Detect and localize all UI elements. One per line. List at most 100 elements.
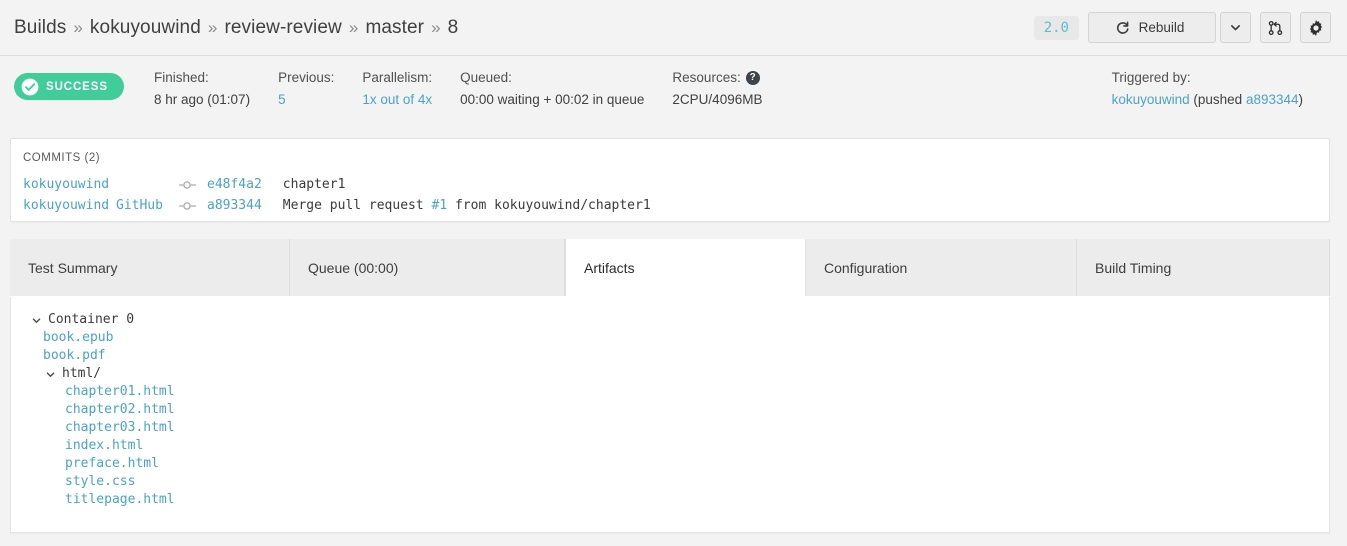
tree-file-label[interactable]: book.pdf xyxy=(43,347,106,365)
chevron-down-icon[interactable] xyxy=(29,315,43,326)
rebuild-label: Rebuild xyxy=(1138,20,1185,35)
build-meta-field: Queued: 00:00 waiting + 00:02 in queue xyxy=(460,70,644,107)
tab-configuration[interactable]: Configuration xyxy=(806,239,1077,296)
tree-dir-node[interactable]: html/ xyxy=(11,365,1329,383)
rebuild-dropdown-button[interactable] xyxy=(1220,12,1251,43)
build-meta-field: Resources:? 2CPU/4096MB xyxy=(672,70,762,107)
commit-author[interactable]: kokuyouwind xyxy=(23,174,116,195)
build-meta-value: 8 hr ago (01:07) xyxy=(154,92,251,107)
artifacts-panel: Container 0 book.epub book.pdf html/chapter… xyxy=(10,297,1330,533)
tree-file-label[interactable]: chapter02.html xyxy=(65,401,175,419)
commit-row: kokuyouwind GitHub a893344 Merge pull reque… xyxy=(11,195,1329,216)
build-meta-label: Finished: xyxy=(154,70,209,85)
tab-artifacts[interactable]: Artifacts xyxy=(565,239,806,296)
pull-request-button[interactable] xyxy=(1260,12,1291,43)
rebuild-button[interactable]: Rebuild xyxy=(1088,12,1216,43)
tree-file-label[interactable]: chapter01.html xyxy=(65,383,175,401)
commit-sha[interactable]: e48f4a2 xyxy=(207,174,262,195)
page-header: Builds » kokuyouwind » review-review » master »… xyxy=(0,0,1347,56)
status-badge-label: SUCCESS xyxy=(46,80,108,93)
breadcrumb-item[interactable]: 8 xyxy=(448,17,459,39)
gear-icon xyxy=(1308,19,1324,36)
tree-file-label[interactable]: book.epub xyxy=(43,329,113,347)
git-pull-request-icon xyxy=(1268,20,1283,36)
build-meta-value: 00:00 waiting + 00:02 in queue xyxy=(460,92,645,107)
tree-file-node[interactable]: book.epub xyxy=(11,329,1329,347)
tree-file-node[interactable]: style.css xyxy=(11,473,1329,491)
chevron-down-icon[interactable] xyxy=(43,369,57,380)
check-circle-icon xyxy=(21,78,39,96)
header-actions: 2.0 Rebuild xyxy=(1033,12,1331,43)
commit-node-icon xyxy=(179,179,207,191)
breadcrumb: Builds » kokuyouwind » review-review » master »… xyxy=(14,17,458,39)
tab-label: Test Summary xyxy=(28,259,118,276)
commit-subject: Merge pull request #1 from kokuyouwind/c… xyxy=(282,198,651,213)
build-meta-value[interactable]: 5 xyxy=(278,92,334,107)
commit-pr-link[interactable]: #1 xyxy=(432,198,448,213)
build-meta-value[interactable]: 1x out of 4x xyxy=(362,92,432,107)
build-meta-label: Resources:? xyxy=(672,70,762,85)
build-meta-field: Previous: 5 xyxy=(278,70,334,107)
tab-label: Artifacts xyxy=(584,259,635,276)
tree-file-label[interactable]: index.html xyxy=(65,437,143,455)
tree-file-node[interactable]: chapter03.html xyxy=(11,419,1329,437)
tree-file-label[interactable]: preface.html xyxy=(65,455,159,473)
breadcrumb-item[interactable]: Builds xyxy=(14,17,66,39)
triggered-by: Triggered by: kokuyouwind (pushed a89334… xyxy=(1112,70,1303,107)
commits-list: kokuyouwind e48f4a2 chapter1 kokuyouwind Git… xyxy=(11,174,1329,216)
tree-file-node[interactable]: chapter01.html xyxy=(11,383,1329,401)
tab-label: Configuration xyxy=(824,259,908,276)
breadcrumb-separator: » xyxy=(73,17,83,37)
tree-dir-node[interactable]: Container 0 xyxy=(11,311,1329,329)
tree-file-label[interactable]: chapter03.html xyxy=(65,419,175,437)
triggered-by-value: kokuyouwind (pushed a893344) xyxy=(1112,92,1303,107)
build-meta-field: Finished: 8 hr ago (01:07) xyxy=(154,70,250,107)
commit-sha[interactable]: a893344 xyxy=(207,195,262,216)
tab-test-summary[interactable]: Test Summary xyxy=(10,239,290,296)
tree-file-node[interactable]: index.html xyxy=(11,437,1329,455)
commit-row: kokuyouwind e48f4a2 chapter1 xyxy=(11,174,1329,195)
tree-file-label[interactable]: titlepage.html xyxy=(65,491,175,509)
breadcrumb-separator: » xyxy=(348,17,359,37)
tab-label: Build Timing xyxy=(1095,259,1172,276)
build-status-row: SUCCESS Finished: 8 hr ago (01:07) Previou… xyxy=(0,56,1347,122)
build-meta-field: Parallelism: 1x out of 4x xyxy=(362,70,432,107)
tree-file-node[interactable]: titlepage.html xyxy=(11,491,1329,509)
tree-dir-label[interactable]: Container 0 xyxy=(48,311,134,329)
commit-service[interactable]: GitHub xyxy=(116,195,179,216)
build-meta-value: 2CPU/4096MB xyxy=(672,92,763,107)
settings-button[interactable] xyxy=(1300,12,1331,43)
tab-build-timing[interactable]: Build Timing xyxy=(1077,239,1330,296)
artifacts-tree: Container 0 book.epub book.pdf html/chapter… xyxy=(11,311,1329,509)
triggered-by-sha[interactable]: a893344 xyxy=(1246,92,1299,107)
refresh-icon xyxy=(1115,20,1130,35)
rebuild-button-group: Rebuild xyxy=(1088,12,1251,43)
commit-subject: chapter1 xyxy=(282,177,346,192)
triggered-by-user[interactable]: kokuyouwind xyxy=(1112,92,1190,107)
status-badge: SUCCESS xyxy=(14,73,124,100)
tree-file-node[interactable]: book.pdf xyxy=(11,347,1329,365)
commits-title: COMMITS (2) xyxy=(23,152,101,164)
build-meta-label: Previous: xyxy=(278,70,335,85)
build-meta-fields: Finished: 8 hr ago (01:07) Previous: 5 Paral… xyxy=(154,70,790,107)
version-badge: 2.0 xyxy=(1033,15,1079,40)
breadcrumb-separator: » xyxy=(207,17,218,37)
tree-file-node[interactable]: chapter02.html xyxy=(11,401,1329,419)
commit-author[interactable]: kokuyouwind xyxy=(23,195,116,216)
triggered-by-suffix: ) xyxy=(1298,92,1304,107)
build-tabs: Test Summary Queue (00:00) Artifacts Config… xyxy=(10,239,1330,297)
commits-card: COMMITS (2) kokuyouwind e48f4a2 chapter1 ko… xyxy=(10,138,1330,222)
breadcrumb-item[interactable]: master xyxy=(365,17,424,39)
triggered-by-pushed-prefix: (pushed xyxy=(1189,92,1246,107)
breadcrumb-item[interactable]: kokuyouwind xyxy=(90,17,201,39)
breadcrumb-separator: » xyxy=(431,17,441,37)
tab-queue-00-00[interactable]: Queue (00:00) xyxy=(290,239,565,296)
breadcrumb-item[interactable]: review-review xyxy=(224,17,341,39)
tree-dir-label[interactable]: html/ xyxy=(62,365,101,383)
build-meta-label: Queued: xyxy=(460,70,512,85)
triggered-by-label: Triggered by: xyxy=(1111,70,1191,85)
tab-label: Queue (00:00) xyxy=(308,259,399,276)
tree-file-node[interactable]: preface.html xyxy=(11,455,1329,473)
help-circle-icon[interactable]: ? xyxy=(745,70,760,85)
tree-file-label[interactable]: style.css xyxy=(65,473,135,491)
